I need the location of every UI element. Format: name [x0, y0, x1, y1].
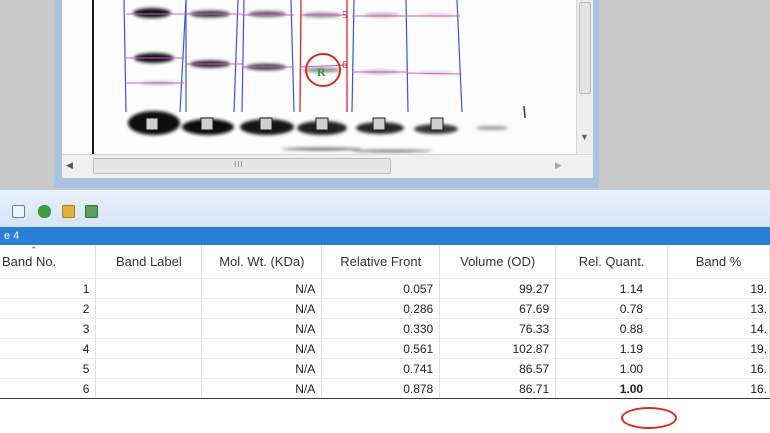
table-row[interactable]: 5 N/A 0.741 86.57 1.00 16. [0, 358, 770, 379]
reference-band-label: R [317, 65, 326, 79]
cell-band-label [95, 378, 203, 399]
open-folder-icon[interactable] [62, 205, 75, 218]
cell-relative-front: 0.878 [321, 378, 441, 399]
lane-title-bar: e 4 [0, 227, 770, 245]
scroll-right-arrow-icon[interactable]: ▶ [555, 160, 562, 171]
cell-rel-quant: 0.78 [555, 298, 669, 319]
band-table-panel: e 4 ⌃ Band No. Band Label Mol. Wt. (KDa)… [0, 189, 770, 433]
table-row[interactable]: 1 N/A 0.057 99.27 1.14 19. [0, 278, 770, 299]
cell-band-no: 1 [0, 278, 97, 299]
highlight-circle [621, 407, 677, 429]
cell-band-label [95, 338, 203, 359]
cell-mol-wt: N/A [201, 358, 323, 379]
cell-mol-wt: N/A [201, 278, 323, 299]
cell-relative-front: 0.741 [321, 358, 441, 379]
cell-band-no: 3 [0, 318, 97, 339]
band-number-6: 6 [342, 59, 348, 71]
gel-image-area[interactable]: 5 6 R [62, 0, 576, 154]
cell-relative-front: 0.057 [321, 278, 441, 299]
col-header-rel-quant[interactable]: Rel. Quant. [555, 245, 669, 279]
cell-rel-quant: 0.88 [555, 318, 669, 339]
col-header-mol-wt[interactable]: Mol. Wt. (KDa) [201, 245, 323, 279]
cell-band-no: 6 [0, 378, 97, 399]
scroll-down-arrow-icon[interactable]: ▼ [580, 132, 589, 142]
cell-relative-front: 0.330 [321, 318, 441, 339]
cell-rel-quant: 1.14 [555, 278, 669, 299]
col-header-band-percent[interactable]: Band % [667, 245, 770, 279]
cell-band-label [95, 278, 203, 299]
cell-mol-wt: N/A [201, 318, 323, 339]
cell-volume: 102.87 [439, 338, 557, 359]
cell-band-no: 5 [0, 358, 97, 379]
cell-volume: 86.57 [439, 358, 557, 379]
table-row[interactable]: 3 N/A 0.330 76.33 0.88 14. [0, 318, 770, 339]
table-header-row: ⌃ Band No. Band Label Mol. Wt. (KDa) Rel… [0, 245, 770, 279]
cell-volume: 67.69 [439, 298, 557, 319]
col-header-relative-front[interactable]: Relative Front [321, 245, 441, 279]
col-header-band-label[interactable]: Band Label [95, 245, 203, 279]
export-icon[interactable] [85, 205, 98, 218]
gel-artifact-line [523, 105, 526, 119]
horizontal-scrollbar[interactable]: ◀ III ▶ [62, 154, 593, 178]
col-header-band-no[interactable]: ⌃ Band No. [0, 245, 97, 279]
cell-volume: 99.27 [439, 278, 557, 299]
cell-mol-wt: N/A [201, 378, 323, 399]
cell-rel-quant: 1.00 [555, 378, 669, 399]
database-icon[interactable] [38, 205, 51, 218]
cell-band-percent: 19. [667, 338, 770, 359]
cell-mol-wt: N/A [201, 338, 323, 359]
cell-rel-quant: 1.19 [555, 338, 669, 359]
cell-band-label [95, 358, 203, 379]
cell-band-percent: 16. [667, 378, 770, 399]
gel-image[interactable]: 5 6 R [62, 0, 576, 154]
cell-band-percent: 19. [667, 278, 770, 299]
cell-band-no: 4 [0, 338, 97, 359]
cell-band-percent: 14. [667, 318, 770, 339]
table-row[interactable]: 6 N/A 0.878 86.71 1.00 16. [0, 378, 770, 399]
scroll-grip: III [234, 160, 244, 169]
table-row[interactable]: 2 N/A 0.286 67.69 0.78 13. [0, 298, 770, 319]
band-table: ⌃ Band No. Band Label Mol. Wt. (KDa) Rel… [0, 245, 770, 399]
gel-image-window: 5 6 R ▼ ◀ III ▶ [54, 0, 599, 188]
cell-relative-front: 0.286 [321, 298, 441, 319]
cell-band-percent: 13. [667, 298, 770, 319]
cell-volume: 76.33 [439, 318, 557, 339]
cell-band-label [95, 318, 203, 339]
band-number-5: 5 [342, 9, 348, 21]
copy-icon[interactable] [12, 205, 25, 218]
cell-rel-quant: 1.00 [555, 358, 669, 379]
cell-volume: 86.71 [439, 378, 557, 399]
vertical-scroll-thumb[interactable] [579, 2, 591, 94]
cell-band-no: 2 [0, 298, 97, 319]
sort-ascending-icon: ⌃ [30, 245, 38, 255]
scroll-left-arrow-icon[interactable]: ◀ [66, 160, 76, 172]
horizontal-scroll-thumb[interactable]: III [93, 158, 391, 174]
col-header-volume[interactable]: Volume (OD) [439, 245, 557, 279]
cell-mol-wt: N/A [201, 298, 323, 319]
table-toolbar [0, 189, 770, 227]
table-row[interactable]: 4 N/A 0.561 102.87 1.19 19. [0, 338, 770, 359]
cell-band-label [95, 298, 203, 319]
cell-relative-front: 0.561 [321, 338, 441, 359]
vertical-scrollbar[interactable]: ▼ [576, 0, 593, 154]
cell-band-percent: 16. [667, 358, 770, 379]
